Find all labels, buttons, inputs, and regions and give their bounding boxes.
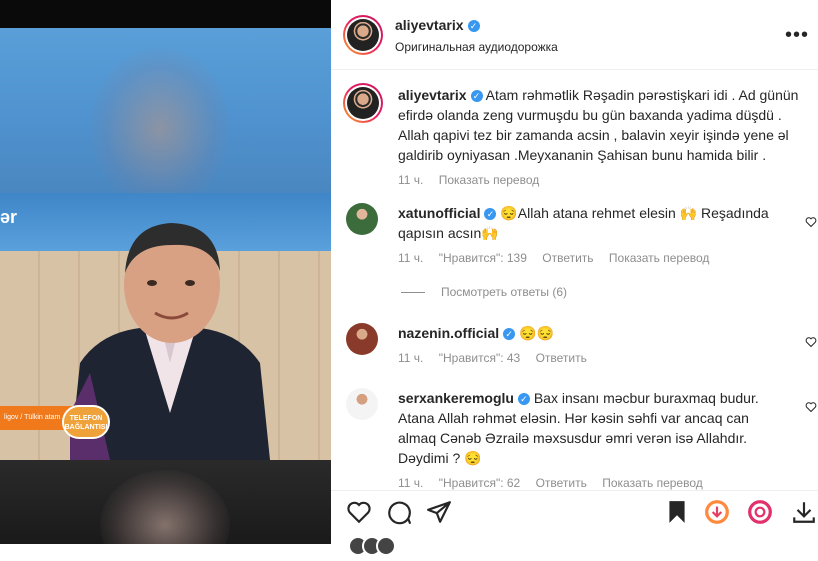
comments-list[interactable]: aliyevtarix ✓ Atam rəhmətlik Rəşadin pərə… [331,70,818,490]
comment-likes[interactable]: "Нравится": 62 [439,476,521,490]
comment-likes[interactable]: "Нравится": 43 [439,351,521,365]
verified-icon: ✓ [503,328,516,341]
like-icon[interactable] [346,499,372,525]
comment-avatar[interactable] [346,203,378,235]
verified-icon: ✓ [470,90,483,103]
comment-username[interactable]: xatunofficial [398,205,480,221]
reply-button[interactable]: Ответить [536,351,587,365]
blurred-media-top [0,28,331,208]
like-comment-icon[interactable] [805,216,817,228]
more-options-icon[interactable]: ••• [785,24,809,47]
view-replies[interactable]: Посмотреть ответы (6) [401,285,567,299]
view-replies-label[interactable]: Посмотреть ответы (6) [441,285,567,299]
comment-icon[interactable] [386,499,412,525]
share-icon[interactable] [426,499,452,525]
like-comment-icon[interactable] [805,401,817,413]
comment-time[interactable]: 11 ч. [398,351,423,365]
action-bar [331,490,818,531]
caption-time[interactable]: 11 ч. [398,173,423,187]
comment-likes[interactable]: "Нравится": 139 [439,251,527,265]
caption-text: aliyevtarix ✓ Atam rəhmətlik Rəşadin pərə… [398,85,801,165]
caption-avatar[interactable] [343,83,383,123]
caption-username[interactable]: aliyevtarix [398,87,467,103]
comment-avatar[interactable] [346,323,378,355]
download-icon[interactable] [704,499,730,525]
liked-by-avatars[interactable] [348,536,396,556]
tv-logo: TELEFON BAĞLANTISI [62,405,110,439]
comment-time[interactable]: 11 ч. [398,476,423,490]
audio-label[interactable]: Оригинальная аудиодорожка [395,40,558,54]
reply-button[interactable]: Ответить [542,251,593,265]
replies-divider [401,292,425,294]
see-translation-link[interactable]: Показать перевод [439,173,540,187]
blurred-media-bottom [0,460,331,544]
verified-icon: ✓ [484,208,497,221]
comment-item: serxankeremoglu ✓ Bax insanı məcbur burax… [346,388,817,490]
caption-meta: 11 ч. Показать перевод [398,173,801,187]
post-media[interactable]: ər ligov / Tülkin atam TELEFON BAĞLANTIS… [0,0,331,544]
reply-button[interactable]: Ответить [536,476,587,490]
verified-icon: ✓ [467,19,480,32]
comment-time[interactable]: 11 ч. [398,251,423,265]
comment-username[interactable]: serxankeremoglu [398,390,514,406]
comment-avatar[interactable] [346,388,378,420]
verified-icon: ✓ [517,393,530,406]
post-header: aliyevtarix ✓ Оригинальная аудиодорожка •… [331,0,818,70]
like-comment-icon[interactable] [805,336,817,348]
author-avatar[interactable] [343,15,383,55]
comment-text: 😔😔 [519,325,554,341]
author-username[interactable]: aliyevtarix [395,17,464,33]
studio-band-text: ər [0,207,18,227]
see-translation-link[interactable]: Показать перевод [609,251,710,265]
see-translation-link[interactable]: Показать перевод [602,476,703,490]
comment-item: nazenin.official ✓ 😔😔 11 ч. "Нравится": 4… [346,323,817,365]
comment-item: xatunofficial ✓ 😔Allah atana rehmet elesi… [346,203,817,265]
reels-icon[interactable] [747,499,773,525]
save-bookmark-icon[interactable] [664,499,690,525]
caption: aliyevtarix ✓ Atam rəhmətlik Rəşadin pərə… [343,83,801,187]
comment-username[interactable]: nazenin.official [398,325,499,341]
video-frame: ər ligov / Tülkin atam TELEFON BAĞLANTIS… [0,193,331,460]
save-to-device-icon[interactable] [791,499,817,525]
post-panel: aliyevtarix ✓ Оригинальная аудиодорожка •… [331,0,818,556]
